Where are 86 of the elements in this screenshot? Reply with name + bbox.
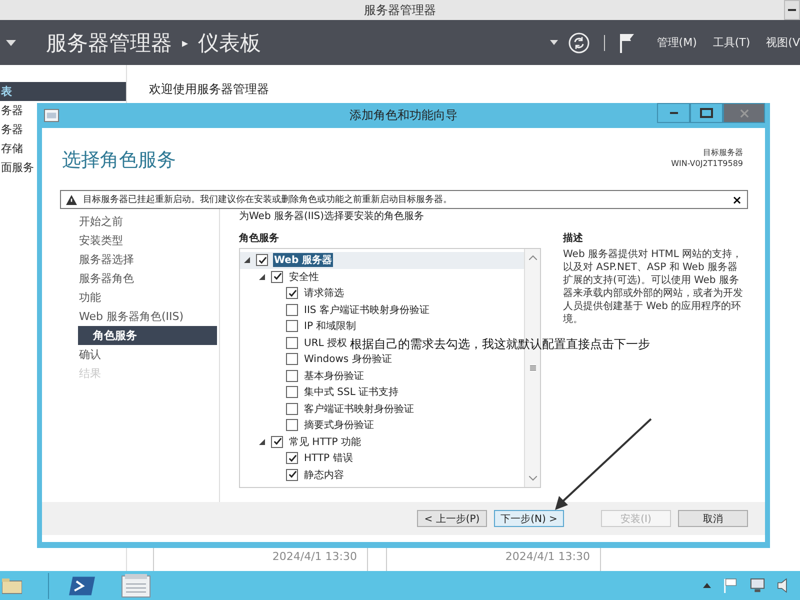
sidebar-item[interactable]: 务器 — [0, 120, 23, 139]
tree-item[interactable]: 客户端证书映射身份验证 — [303, 402, 415, 416]
refresh-icon[interactable] — [568, 32, 590, 54]
caret-icon[interactable] — [550, 40, 558, 45]
timestamp: 2024/4/1 13:30 — [505, 550, 590, 562]
tree-item[interactable]: HTTP 错误 — [303, 451, 354, 466]
tree-item[interactable]: IIS 客户端证书映射身份验证 — [303, 302, 430, 317]
scroll-down-icon[interactable] — [528, 476, 536, 481]
caret-up-icon[interactable] — [703, 583, 711, 588]
wizard-step[interactable]: 安装类型 — [78, 231, 219, 250]
flag-icon[interactable] — [618, 32, 635, 52]
tree-item[interactable]: Web 服务器 — [273, 253, 334, 268]
description-text: Web 服务器提供对 HTML 网站的支持，以及对 ASP.NET、ASP 和 Web 服务器扩展的支持(可选)。可以使用 Web 服务器来承载内部或外部的网站，或者为开发人员提供创建基于 Web 的应用程序的环境。 — [563, 248, 744, 326]
warning-message: 目标服务器已挂起重新启动。我们建议你在安装或删除角色或功能之前重新启动目标服务器。 — [83, 194, 453, 206]
checkbox[interactable] — [271, 270, 283, 283]
annotation-caption: 根据自己的需求去勾选，我这就默认配置直接点击下一步 — [350, 336, 650, 353]
breadcrumb-separator: ▸ — [182, 36, 188, 50]
collapse-arrow-icon[interactable] — [244, 257, 250, 264]
timestamp: 2024/4/1 13:30 — [272, 550, 357, 562]
collapse-arrow-icon[interactable] — [259, 438, 265, 445]
wizard-step[interactable]: Web 服务器角色(IIS) — [78, 307, 219, 326]
caret-icon[interactable] — [6, 40, 16, 46]
scroll-up-icon[interactable] — [528, 255, 536, 260]
checkbox[interactable] — [271, 436, 283, 448]
checkbox[interactable] — [286, 370, 298, 382]
breadcrumb-page: 仪表板 — [198, 30, 262, 56]
tree-item[interactable]: 基本身份验证 — [303, 368, 365, 383]
tree-item[interactable]: 静态内容 — [303, 468, 345, 482]
warning-icon — [66, 194, 77, 204]
menu-item[interactable]: 工具(T) — [712, 35, 750, 50]
checkbox[interactable] — [286, 320, 298, 332]
tree-item[interactable]: Windows 身份验证 — [303, 352, 393, 366]
target-server-label: 目标服务器 — [703, 147, 743, 158]
checkbox[interactable] — [286, 402, 298, 415]
wizard-step[interactable]: 服务器选择 — [78, 250, 219, 269]
close-button[interactable]: × — [724, 192, 750, 206]
collapse-arrow-icon[interactable] — [259, 274, 265, 280]
sidebar-item[interactable]: 表 — [0, 82, 126, 101]
terminal-icon[interactable] — [69, 576, 95, 596]
close-icon — [740, 108, 748, 118]
checkbox[interactable] — [286, 419, 298, 432]
maximize-button[interactable] — [690, 103, 723, 123]
menu-item[interactable]: 视图(V — [766, 35, 800, 50]
wizard-button[interactable]: 取消 — [678, 510, 748, 527]
window-title: 服务器管理器 — [364, 2, 436, 18]
folder-icon[interactable] — [2, 576, 22, 596]
tree-item[interactable]: 摘要式身份验证 — [303, 418, 375, 432]
checkbox[interactable] — [286, 468, 298, 481]
wizard-step[interactable]: 角色服务 — [78, 326, 217, 345]
grip-icon[interactable] — [530, 365, 536, 371]
section-label: 角色服务 — [239, 232, 280, 246]
section-label: 描述 — [563, 232, 584, 246]
minimize-button[interactable] — [657, 103, 690, 123]
checkbox[interactable] — [286, 336, 298, 349]
wizard-step[interactable]: 开始之前 — [78, 212, 219, 231]
sidebar-item[interactable]: 存储 — [0, 139, 23, 158]
checkbox[interactable] — [286, 353, 298, 366]
tree-item[interactable]: 请求筛选 — [303, 286, 345, 300]
checkbox[interactable] — [286, 287, 298, 300]
flag-icon[interactable] — [723, 578, 738, 593]
server-manager-icon[interactable] — [121, 572, 151, 598]
tree-item[interactable]: 集中式 SSL 证书支持 — [303, 385, 400, 400]
wizard-icon — [44, 109, 59, 122]
welcome-heading: 欢迎使用服务器管理器 — [148, 81, 270, 98]
wizard-step[interactable]: 服务器角色 — [78, 269, 219, 288]
sidebar-item[interactable]: 面服务 — [0, 158, 34, 177]
dialog-title: 添加角色和功能向导 — [350, 107, 458, 124]
tree-item[interactable]: 安全性 — [288, 270, 320, 284]
wizard-step[interactable]: 功能 — [78, 288, 219, 307]
menu-item[interactable]: 管理(M) — [656, 35, 697, 50]
minimize-button[interactable] — [784, 0, 800, 20]
tree-item[interactable]: URL 授权 — [303, 336, 348, 350]
wizard-button[interactable]: 下一步(N) > — [494, 510, 564, 527]
tree-item[interactable]: IP 和域限制 — [303, 319, 358, 334]
tree-item[interactable]: 常见 HTTP 功能 — [288, 434, 362, 449]
wizard-step[interactable]: 确认 — [78, 345, 219, 364]
checkbox[interactable] — [286, 452, 298, 464]
checkbox[interactable] — [256, 254, 268, 266]
checkbox[interactable] — [286, 386, 298, 398]
checkbox[interactable] — [286, 304, 298, 316]
instruction-text: 为Web 服务器(IIS)选择要安装的角色服务 — [239, 210, 426, 224]
target-server-name: WIN-V0J2T1T9589 — [671, 158, 743, 169]
breadcrumb-root[interactable]: 服务器管理器 — [46, 28, 172, 56]
wizard-button[interactable]: < 上一步(P) — [417, 510, 487, 527]
page-heading: 选择角色服务 — [62, 148, 176, 173]
sidebar-item[interactable]: 务器 — [0, 101, 23, 120]
